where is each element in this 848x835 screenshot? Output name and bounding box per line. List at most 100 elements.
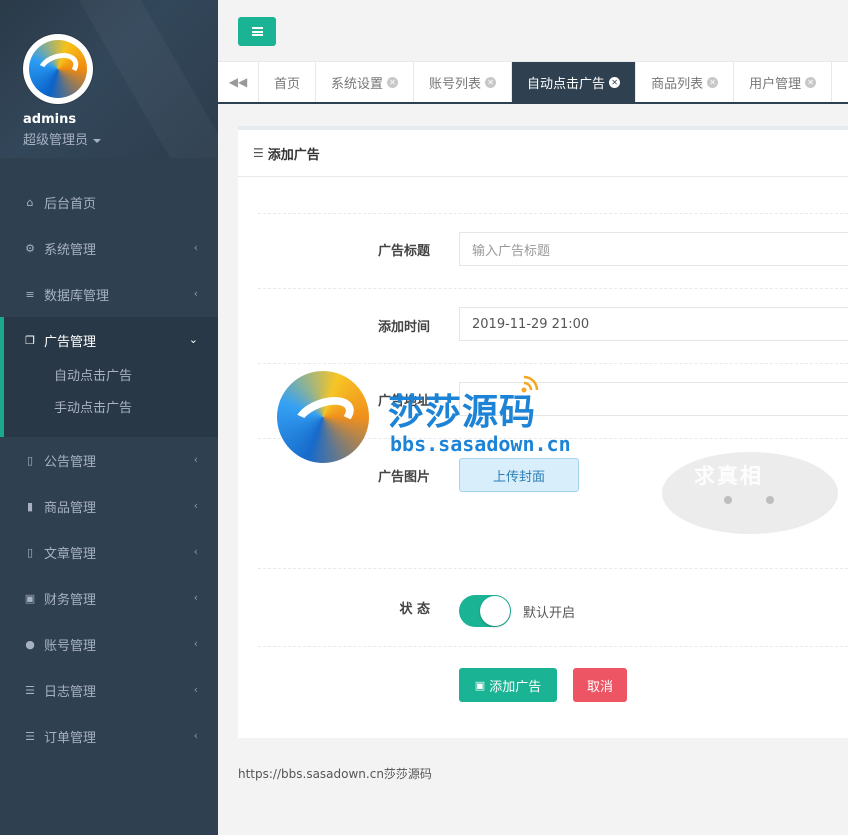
caret-down-icon — [93, 138, 102, 143]
divider — [258, 568, 848, 569]
watermark-logo — [277, 371, 369, 463]
double-chevron-left-icon: ◀◀ — [228, 75, 248, 89]
divider — [258, 288, 848, 289]
tab[interactable]: 系统设置 ✕ — [316, 62, 415, 102]
topbar — [218, 0, 848, 62]
tab[interactable]: 首页 — [259, 62, 317, 102]
sidebar-item[interactable]: ▯ 文章管理 ‹ — [0, 529, 218, 575]
sidebar-toggle-button[interactable] — [238, 17, 276, 46]
profile-name: admins — [23, 112, 77, 127]
close-icon[interactable]: ✕ — [707, 76, 719, 88]
title-input-placeholder: 输入广告标题 — [472, 243, 551, 259]
chevron-down-icon: ⌄ — [188, 333, 198, 346]
sidebar-item[interactable]: ▮ 商品管理 ‹ — [0, 483, 218, 529]
tab[interactable]: 账号列表 ✕ — [414, 62, 513, 102]
file-icon: ▯ — [26, 545, 34, 559]
close-icon[interactable]: ✕ — [387, 76, 399, 88]
tab-label: 自动点击广告 — [527, 76, 606, 92]
time-input-value: 2019-11-29 21:00 — [472, 316, 590, 332]
sidebar-item-label: 广告管理 — [44, 334, 97, 350]
sidebar-submenu: 自动点击广告 手动点击广告 — [4, 363, 218, 437]
tab[interactable]: 商品列表 ✕ — [636, 62, 735, 102]
footer-text: https://bbs.sasadown.cn莎莎源码 — [238, 767, 432, 781]
panel-title-text: 添加广告 — [267, 147, 320, 163]
sidebar-item-label: 公告管理 — [44, 454, 97, 470]
tab-label: 商品列表 — [651, 76, 704, 92]
sidebar-item-label: 订单管理 — [44, 730, 97, 746]
time-input[interactable]: 2019-11-29 21:00 — [459, 307, 848, 341]
sidebar-item-label: 文章管理 — [44, 546, 97, 562]
tab[interactable]: 自动点击广告 ✕ — [512, 62, 637, 102]
sidebar-item[interactable]: ☰ 日志管理 ‹ — [0, 667, 218, 713]
tabs-scroll-left-button[interactable]: ◀◀ — [218, 62, 259, 102]
chevron-left-icon: ‹ — [193, 637, 198, 650]
title-label: 广告标题 — [377, 244, 430, 259]
watermark-url: bbs.sasadown.cn — [390, 432, 571, 456]
chevron-left-icon: ‹ — [193, 683, 198, 696]
close-icon[interactable]: ✕ — [609, 76, 621, 88]
sidebar-item-label: 财务管理 — [44, 592, 97, 608]
chevron-left-icon: ‹ — [193, 729, 198, 742]
sidebar-item-label: 商品管理 — [44, 500, 97, 516]
add-ad-button[interactable]: ▣ 添加广告 — [459, 668, 557, 702]
tab-label: 首页 — [274, 76, 301, 92]
signal-icon — [521, 375, 539, 393]
sidebar-item[interactable]: ⌂ 后台首页 — [0, 179, 218, 225]
sidebar-item[interactable]: ● 账号管理 ‹ — [0, 621, 218, 667]
status-toggle[interactable] — [459, 595, 511, 627]
user-icon: ● — [25, 637, 35, 651]
sidebar-menu: ⌂ 后台首页 ⚙ 系统管理 ‹ ≡ 数据库管理 ‹ ❐ 广告管理 ⌄ 自动点击广告 手动点击广告 ▯ 公告管… — [0, 158, 218, 759]
chevron-left-icon: ‹ — [193, 545, 198, 558]
title-input[interactable]: 输入广告标题 — [459, 232, 848, 266]
sidebar-item-label: 日志管理 — [44, 684, 97, 700]
avatar[interactable] — [23, 34, 93, 104]
database-icon: ≡ — [25, 287, 35, 301]
chevron-left-icon: ‹ — [193, 241, 198, 254]
money-icon: ▣ — [24, 591, 36, 605]
close-icon[interactable]: ✕ — [485, 76, 497, 88]
watermark-stamp-text: 求真相 — [694, 464, 763, 488]
list-icon: ☰ — [25, 729, 35, 743]
sidebar-item[interactable]: ▯ 公告管理 ‹ — [0, 437, 218, 483]
add-ad-button-label: 添加广告 — [489, 679, 542, 695]
close-icon[interactable]: ✕ — [805, 76, 817, 88]
divider — [258, 363, 848, 364]
divider — [258, 213, 848, 214]
profile-role-dropdown[interactable]: 超级管理员 — [23, 129, 218, 148]
sidebar-item[interactable]: ≡ 数据库管理 ‹ — [0, 271, 218, 317]
tab[interactable]: 用户管理 ✕ — [734, 62, 833, 102]
sidebar-subitem[interactable]: 手动点击广告 — [4, 395, 218, 427]
toggle-knob — [480, 596, 510, 626]
sidebar-item[interactable]: ☰ 订单管理 ‹ — [0, 713, 218, 759]
tab-label: 账号列表 — [429, 76, 482, 92]
sidebar-item-label: 数据库管理 — [44, 288, 110, 304]
watermark-stamp: 求真相 — [662, 452, 838, 534]
list-alt-icon: ☰ — [253, 146, 264, 160]
home-icon: ⌂ — [26, 195, 34, 209]
status-toggle-label: 默认开启 — [523, 606, 576, 621]
list-icon: ☰ — [25, 683, 35, 697]
panel-title: ☰ 添加广告 — [238, 130, 848, 177]
sidebar-subitem[interactable]: 自动点击广告 — [4, 363, 218, 395]
divider — [258, 646, 848, 647]
tab-label: 用户管理 — [749, 76, 802, 92]
status-label: 状 态 — [399, 602, 430, 617]
sidebar-item[interactable]: ⚙ 系统管理 ‹ — [0, 225, 218, 271]
image-label: 广告图片 — [377, 470, 430, 485]
time-label: 添加时间 — [377, 320, 430, 335]
sidebar-item-label: 后台首页 — [44, 196, 97, 212]
sidebar-item[interactable]: ❐ 广告管理 ⌄ — [4, 317, 218, 363]
file-filled-icon: ▮ — [26, 499, 34, 513]
profile-role-label: 超级管理员 — [23, 133, 89, 148]
upload-cover-button[interactable]: 上传封面 — [459, 458, 579, 492]
gear-icon: ⚙ — [25, 241, 35, 255]
profile-block: admins 超级管理员 — [0, 0, 218, 158]
chevron-left-icon: ‹ — [193, 499, 198, 512]
chevron-left-icon: ‹ — [193, 453, 198, 466]
sidebar-item[interactable]: ▣ 财务管理 ‹ — [0, 575, 218, 621]
cancel-button[interactable]: 取消 — [573, 668, 627, 702]
file-icon: ▯ — [26, 453, 34, 467]
sidebar-group-active: ❐ 广告管理 ⌄ 自动点击广告 手动点击广告 — [0, 317, 218, 437]
chevron-left-icon: ‹ — [193, 591, 198, 604]
save-icon: ▣ — [474, 678, 486, 692]
